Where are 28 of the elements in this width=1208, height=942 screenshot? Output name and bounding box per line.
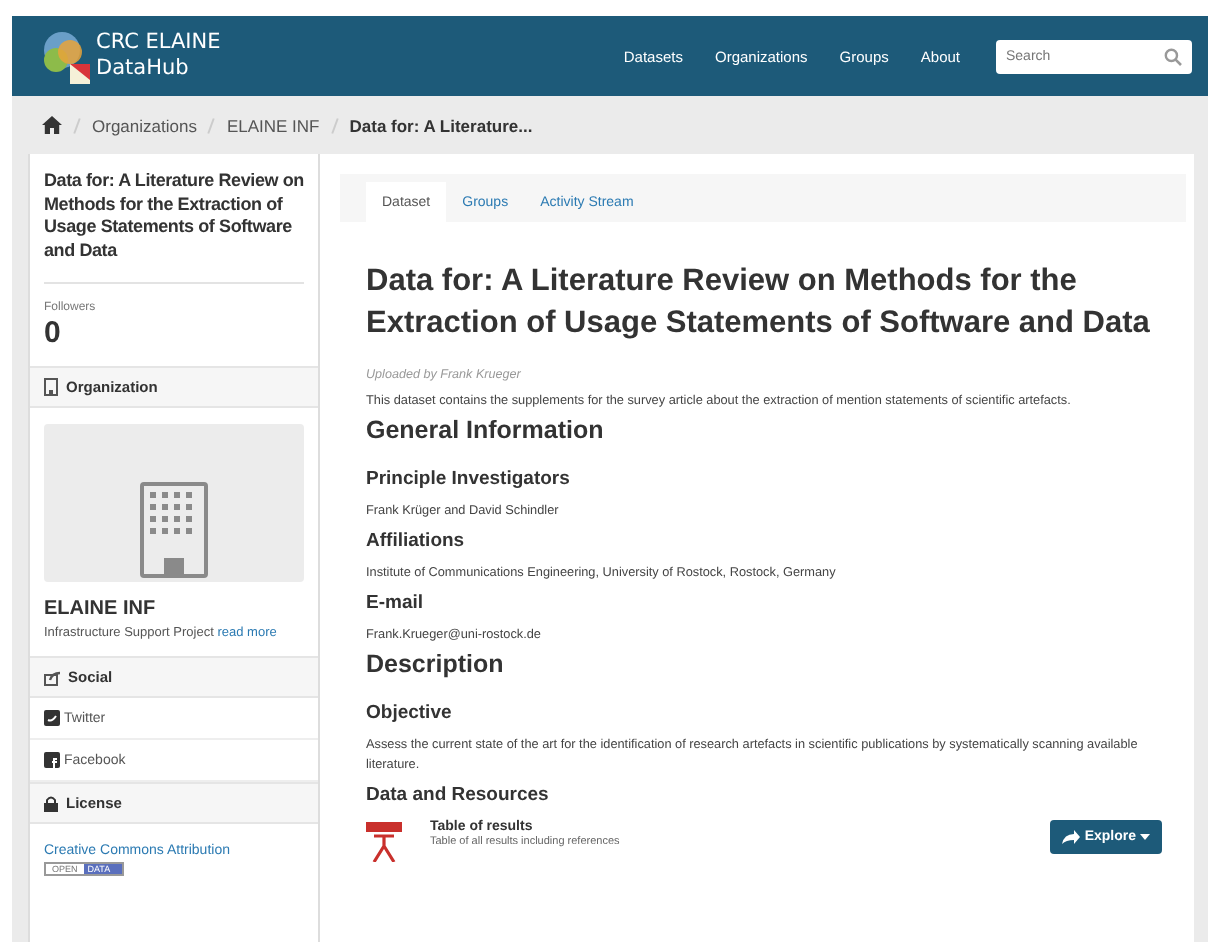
- site-title[interactable]: DataHub: [96, 56, 221, 82]
- subsection-heading: E-mail: [366, 592, 426, 614]
- subsection-heading: Objective: [366, 702, 454, 724]
- twitter-icon: [44, 710, 60, 726]
- section-heading: General Information: [366, 416, 606, 444]
- breadcrumb-link[interactable]: Organizations: [92, 115, 197, 135]
- building-icon: [44, 378, 58, 396]
- dataset-title: Data for: A Literature Review on Methods for the Extraction of Usage Statements of Software and Data: [44, 170, 304, 262]
- lock-icon: [44, 795, 58, 811]
- share-arrow-icon: [1062, 830, 1081, 844]
- building-icon: [140, 482, 208, 578]
- caret-icon: [1140, 834, 1150, 840]
- facebook-icon: [44, 752, 60, 768]
- subsection-heading: Data and Resources: [366, 784, 551, 806]
- logo-icon: [40, 28, 92, 84]
- subsection-heading: Principle Investigators: [366, 468, 572, 490]
- search-icon: [1164, 47, 1182, 65]
- breadcrumb-link[interactable]: Data for: A Literature...: [349, 115, 533, 135]
- organization-name: ELAINE INF: [44, 598, 158, 620]
- followers-count: 0: [44, 316, 63, 350]
- home-link[interactable]: [42, 116, 62, 134]
- home-icon: [42, 116, 62, 134]
- share-icon: [44, 669, 60, 685]
- breadcrumb-link[interactable]: ELAINE INF: [226, 115, 320, 135]
- subsection-heading: Affiliations: [366, 530, 467, 552]
- site-title[interactable]: CRC ELAINE: [96, 30, 221, 56]
- section-heading: Description: [366, 650, 506, 678]
- page-heading: Data for: A Literature Review on Methods for the Extraction of Usage Statements of Software and Data: [366, 262, 1152, 344]
